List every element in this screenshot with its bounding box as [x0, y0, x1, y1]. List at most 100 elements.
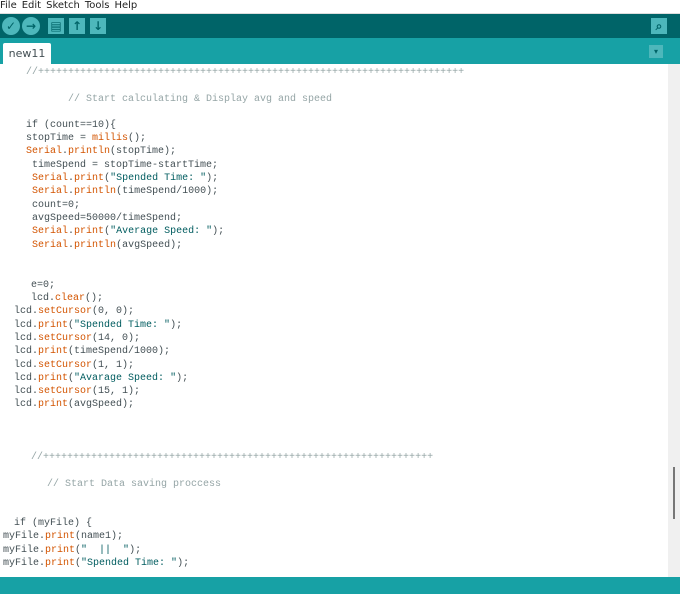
new-file-icon: ▤	[50, 19, 62, 33]
code-text: myFile.	[3, 531, 46, 542]
code-text: ();	[85, 293, 104, 304]
code-string: " || "	[81, 545, 130, 556]
code-text: lcd.	[14, 360, 39, 371]
code-keyword: Serial	[32, 186, 69, 197]
code-line: stopTime = millis();	[26, 133, 146, 145]
code-text: );	[177, 558, 190, 569]
toolbar: ✓ → ▤ ↑ ↓ ⌕	[0, 14, 680, 38]
open-button[interactable]: ↑	[69, 18, 85, 34]
verify-button[interactable]: ✓	[2, 17, 20, 35]
status-bar	[0, 577, 680, 594]
code-text: timeSpend = stopTime-startTime;	[26, 160, 219, 171]
code-text: (name1);	[75, 531, 124, 542]
code-editor[interactable]: //++++++++++++++++++++++++++++++++++++++…	[0, 64, 668, 577]
menu-help[interactable]: Help	[114, 0, 137, 11]
code-text: lcd.	[14, 320, 39, 331]
code-keyword: print	[45, 545, 76, 556]
code-line: // Start calculating & Display avg and s…	[68, 94, 332, 106]
code-text: lcd.	[14, 386, 39, 397]
code-line: lcd.print(avgSpeed);	[14, 399, 134, 411]
code-keyword: setCursor	[38, 306, 93, 317]
arrow-right-icon: →	[25, 19, 37, 33]
code-line: lcd.setCursor(0, 0);	[14, 306, 134, 318]
code-keyword: print	[45, 558, 76, 569]
save-button[interactable]: ↓	[90, 18, 106, 34]
code-line: if (myFile) {	[14, 518, 92, 530]
code-keyword: print	[38, 346, 69, 357]
code-text: stopTime =	[26, 133, 93, 144]
tab-menu-button[interactable]: ▾	[649, 45, 663, 58]
code-line: Serial.print("Average Speed: ");	[26, 226, 224, 238]
code-keyword: print	[45, 531, 76, 542]
code-keyword: println	[74, 240, 117, 251]
code-string: "Average Speed: "	[110, 226, 213, 237]
code-line: myFile.print(name1);	[3, 531, 123, 543]
menu-tools[interactable]: Tools	[85, 0, 110, 11]
code-line: avgSpeed=50000/timeSpend;	[26, 213, 182, 225]
code-line: lcd.print("Spended Time: ");	[14, 320, 182, 332]
magnifier-icon: ⌕	[655, 18, 663, 33]
code-line: lcd.setCursor(14, 0);	[14, 333, 140, 345]
code-keyword: print	[38, 373, 69, 384]
code-line: lcd.setCursor(1, 1);	[14, 360, 134, 372]
code-keyword: println	[68, 146, 111, 157]
code-text: ();	[128, 133, 147, 144]
code-string: "Spended Time: "	[110, 173, 207, 184]
tab-bar: new11 ▾	[0, 38, 680, 64]
menu-sketch[interactable]: Sketch	[46, 0, 80, 11]
code-text: (0, 0);	[92, 306, 135, 317]
code-comment: //++++++++++++++++++++++++++++++++++++++…	[31, 452, 434, 463]
code-keyword: println	[74, 186, 117, 197]
code-text: lcd.	[14, 333, 39, 344]
arrow-up-icon: ↑	[71, 19, 83, 33]
code-text: lcd.	[14, 346, 39, 357]
code-line: lcd.setCursor(15, 1);	[14, 386, 140, 398]
tab-new11[interactable]: new11	[3, 43, 51, 64]
code-text: (stopTime);	[110, 146, 177, 157]
menu-file[interactable]: File	[0, 0, 17, 11]
check-icon: ✓	[5, 19, 17, 33]
code-text: );	[206, 173, 219, 184]
code-line: Serial.print("Spended Time: ");	[26, 173, 218, 185]
code-keyword: print	[38, 320, 69, 331]
code-comment: //++++++++++++++++++++++++++++++++++++++…	[26, 67, 465, 78]
upload-button[interactable]: →	[22, 17, 40, 35]
code-text: avgSpeed=50000/timeSpend;	[26, 213, 183, 224]
code-line: count=0;	[26, 200, 80, 212]
scrollbar-thumb[interactable]	[673, 467, 675, 519]
code-line: if (count==10){	[26, 120, 116, 132]
code-line: lcd.print("Avarage Speed: ");	[14, 373, 188, 385]
code-text: e=0;	[31, 280, 56, 291]
code-text: );	[176, 373, 189, 384]
new-button[interactable]: ▤	[48, 18, 64, 34]
code-text: lcd.	[31, 293, 56, 304]
vertical-scrollbar[interactable]	[668, 64, 680, 577]
code-string: "Spended Time: "	[74, 320, 171, 331]
serial-monitor-button[interactable]: ⌕	[651, 18, 667, 34]
code-keyword: Serial	[26, 146, 63, 157]
code-text: myFile.	[3, 558, 46, 569]
code-text: (timeSpend/1000);	[68, 346, 171, 357]
chevron-down-icon: ▾	[653, 47, 658, 56]
code-line: lcd.clear();	[31, 293, 103, 305]
code-text: );	[129, 545, 142, 556]
code-text: myFile.	[3, 545, 46, 556]
code-keyword: setCursor	[38, 386, 93, 397]
code-comment: // Start Data saving proccess	[47, 479, 222, 490]
code-text: (14, 0);	[92, 333, 141, 344]
code-text: (avgSpeed);	[68, 399, 135, 410]
code-keyword: clear	[55, 293, 86, 304]
code-line: //++++++++++++++++++++++++++++++++++++++…	[26, 67, 464, 79]
code-keyword: print	[38, 399, 69, 410]
code-line: e=0;	[31, 280, 55, 292]
code-line: Serial.println(stopTime);	[26, 146, 176, 158]
arrow-down-icon: ↓	[92, 19, 104, 33]
code-line: Serial.println(avgSpeed);	[26, 240, 182, 252]
menu-edit[interactable]: Edit	[22, 0, 41, 11]
code-comment: // Start calculating & Display avg and s…	[68, 94, 333, 105]
code-keyword: print	[74, 226, 105, 237]
code-text: );	[212, 226, 225, 237]
code-keyword: setCursor	[38, 333, 93, 344]
code-keyword: millis	[92, 133, 129, 144]
code-text: lcd.	[14, 306, 39, 317]
